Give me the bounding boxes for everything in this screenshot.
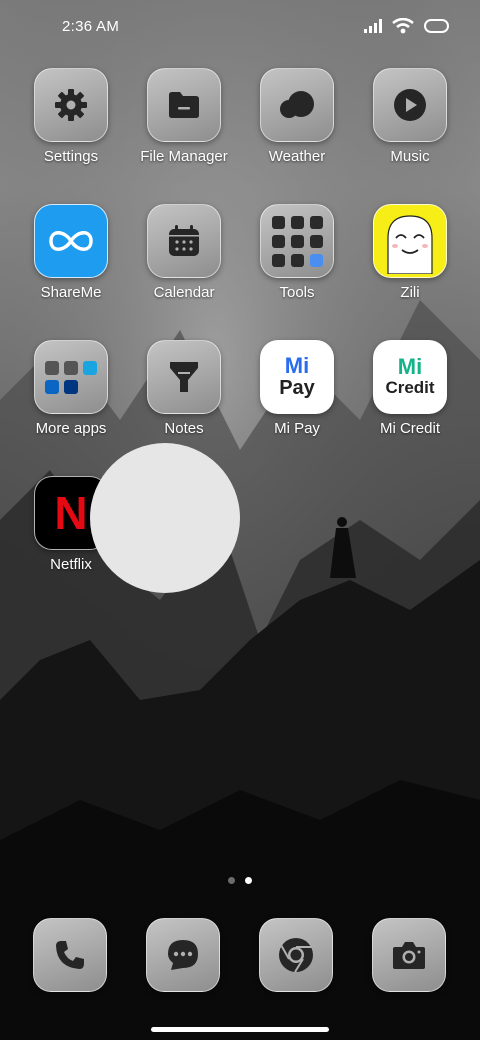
app-label: ShareMe — [40, 284, 102, 301]
status-bar: 2:36 AM — [0, 0, 480, 56]
messages-app-icon[interactable] — [146, 918, 220, 992]
mini-compass-icon — [309, 253, 323, 267]
app-label: More apps — [35, 420, 107, 437]
page-dot-2[interactable] — [245, 877, 252, 884]
status-time: 2:36 AM — [62, 18, 120, 35]
chrome-icon — [279, 938, 313, 973]
app-music[interactable]: Music — [354, 68, 466, 165]
app-label: Mi Credit — [379, 420, 440, 437]
notes-app-icon[interactable] — [147, 340, 221, 414]
zili-app-icon[interactable] — [373, 204, 447, 278]
app-mi-credit[interactable]: Mi Credit Mi Credit — [354, 340, 466, 437]
mini-app-icon — [290, 234, 304, 248]
app-file-manager[interactable]: File Manager — [128, 68, 240, 165]
app-label: Calendar — [153, 284, 215, 301]
app-label: File Manager — [140, 148, 228, 165]
netflix-logo: N — [54, 487, 88, 539]
mini-cart-icon — [45, 360, 59, 375]
mi-pay-logo-top: Mi — [284, 353, 310, 378]
app-shareme[interactable]: ShareMe — [15, 204, 127, 301]
app-calendar[interactable]: Calendar — [128, 204, 240, 301]
mini-app-icon — [309, 215, 323, 229]
calendar-icon — [169, 225, 199, 256]
music-app-icon[interactable] — [373, 68, 447, 142]
weather-app-icon[interactable] — [260, 68, 334, 142]
app-more-apps-folder[interactable]: More apps — [15, 340, 127, 437]
tools-folder-icon[interactable] — [260, 204, 334, 278]
dock-messages[interactable] — [127, 918, 239, 992]
phone-icon — [56, 941, 84, 969]
mini-app-icon — [271, 253, 285, 267]
tools-folder-grid — [271, 215, 323, 267]
calendar-app-icon[interactable] — [147, 204, 221, 278]
page-indicator — [0, 877, 480, 884]
mini-app-icon — [271, 234, 285, 248]
camera-app-icon[interactable] — [372, 918, 446, 992]
file-manager-app-icon[interactable] — [147, 68, 221, 142]
mini-facebook-icon — [64, 360, 78, 375]
shareme-app-icon[interactable] — [34, 204, 108, 278]
infinity-icon — [49, 231, 93, 251]
mi-credit-app-icon[interactable]: Mi Credit — [373, 340, 447, 414]
phone-app-icon[interactable] — [33, 918, 107, 992]
home-gesture-bar[interactable] — [151, 1027, 329, 1032]
app-tools-folder[interactable]: Tools — [241, 204, 353, 301]
app-label: Mi Pay — [274, 420, 320, 437]
mini-app-icon — [271, 215, 285, 229]
settings-app-icon[interactable] — [34, 68, 108, 142]
ghost-face-icon — [387, 215, 433, 274]
app-notes[interactable]: Notes — [128, 340, 240, 437]
mini-booking-icon — [64, 379, 78, 394]
mi-credit-logo-top: Mi — [397, 354, 423, 379]
wifi-icon — [392, 18, 414, 34]
mi-pay-app-icon[interactable]: Mi Pay — [260, 340, 334, 414]
mini-linkedin-icon — [45, 379, 59, 394]
app-weather[interactable]: Weather — [241, 68, 353, 165]
dock-camera[interactable] — [353, 918, 465, 992]
app-mi-pay[interactable]: Mi Pay Mi Pay — [241, 340, 353, 437]
app-label: Settings — [43, 148, 99, 165]
app-label: Notes — [164, 420, 204, 437]
mini-app-icon — [309, 234, 323, 248]
gear-icon — [55, 89, 87, 121]
mi-credit-logo-bottom: Credit — [385, 378, 435, 397]
messages-icon — [168, 940, 198, 970]
camera-icon — [393, 942, 425, 969]
app-label: Zili — [400, 284, 420, 301]
mini-app-icon — [290, 253, 304, 267]
mini-prime-video-icon — [83, 360, 97, 375]
app-settings[interactable]: Settings — [15, 68, 127, 165]
chrome-app-icon[interactable] — [259, 918, 333, 992]
app-label: Tools — [279, 284, 315, 301]
mi-pay-logo-bottom: Pay — [279, 377, 315, 399]
app-zili[interactable]: Zili — [354, 204, 466, 301]
battery-icon — [424, 19, 449, 33]
mini-app-icon — [290, 215, 304, 229]
play-icon — [394, 89, 426, 121]
app-label: Weather — [268, 148, 326, 165]
app-label: Music — [390, 148, 430, 165]
status-icons — [364, 18, 450, 34]
touch-indicator — [90, 443, 240, 593]
signal-icon — [364, 19, 382, 33]
dock-phone[interactable] — [14, 918, 126, 992]
folder-icon — [169, 92, 199, 118]
more-apps-grid — [45, 360, 97, 394]
page-dot-1[interactable] — [228, 877, 235, 884]
dock-chrome[interactable] — [240, 918, 352, 992]
more-apps-folder-icon[interactable] — [34, 340, 108, 414]
funnel-icon — [170, 362, 198, 392]
cloud-icon — [280, 91, 314, 118]
